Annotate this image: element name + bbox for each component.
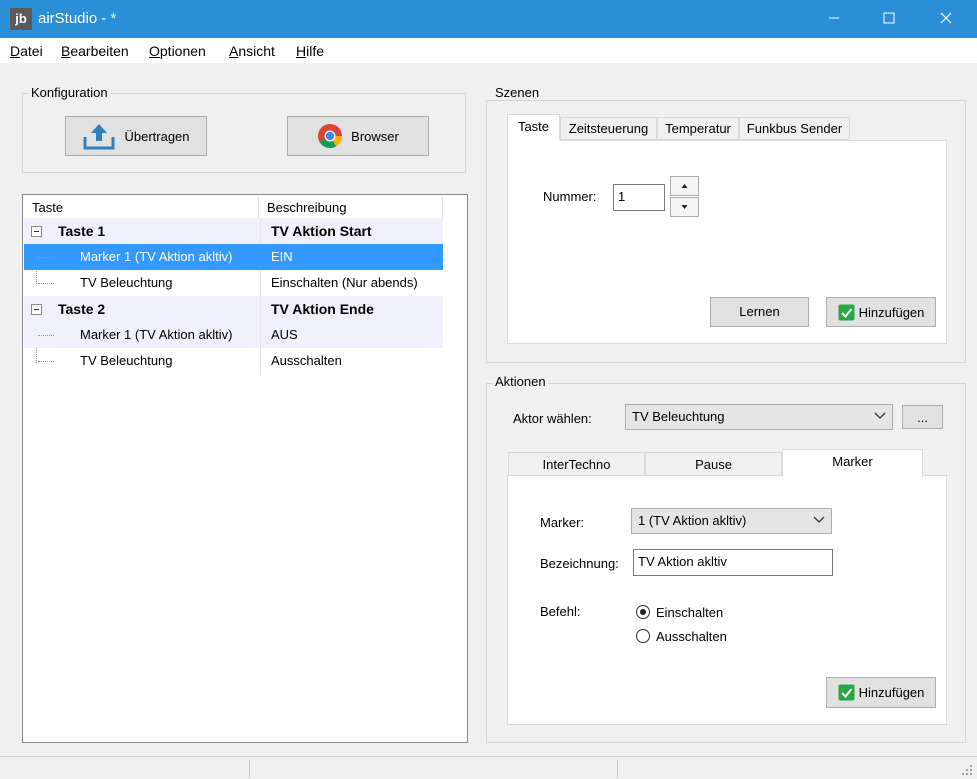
tree-line <box>38 257 54 258</box>
check-icon <box>838 684 855 701</box>
tab-marker[interactable]: Marker <box>782 449 923 477</box>
tree-row[interactable]: Marker 1 (TV Aktion akltiv) EIN <box>24 244 443 270</box>
maximize-icon <box>883 12 895 24</box>
tree-row[interactable]: Taste 2 TV Aktion Ende <box>24 296 443 322</box>
spin-up-button[interactable] <box>670 176 699 196</box>
aktionen-title: Aktionen <box>493 374 548 389</box>
szenen-add-label: Hinzufügen <box>858 304 925 320</box>
marker-select[interactable]: 1 (TV Aktion akltiv) <box>631 508 832 534</box>
arrow-down-icon <box>681 205 688 209</box>
ellipsis-button[interactable]: ... <box>902 405 943 429</box>
bezeichnung-input[interactable]: TV Aktion akltiv <box>633 549 833 576</box>
ausschalten-label[interactable]: Ausschalten <box>656 629 727 644</box>
collapse-icon[interactable] <box>31 226 42 237</box>
lernen-button[interactable]: Lernen <box>710 297 809 327</box>
minimize-button[interactable] <box>811 0 857 38</box>
status-separator <box>249 760 250 778</box>
minimize-icon <box>829 17 839 19</box>
marker-label: Marker: <box>540 515 585 530</box>
tree-row[interactable]: Taste 1 TV Aktion Start <box>24 218 443 244</box>
menu-ansicht[interactable]: Ansicht <box>229 43 275 59</box>
status-separator <box>617 760 618 778</box>
upload-button-label: Übertragen <box>124 128 190 144</box>
title-bar: jb airStudio - * <box>0 0 977 38</box>
aktor-label: Aktor wählen: <box>513 411 592 426</box>
nummer-input[interactable]: 1 <box>613 184 665 211</box>
resize-grip-icon[interactable] <box>960 763 974 777</box>
right-edge <box>966 63 977 756</box>
tab-zeitsteuerung[interactable]: Zeitsteuerung <box>560 117 657 140</box>
arrow-up-icon <box>681 184 688 188</box>
aktionen-add-label: Hinzufügen <box>858 685 925 700</box>
tab-intertechno[interactable]: InterTechno <box>508 452 645 476</box>
scene-tree-list[interactable]: Taste Beschreibung Taste 1 TV Aktion Sta… <box>22 194 468 743</box>
tab-pause[interactable]: Pause <box>645 452 782 476</box>
chevron-down-icon <box>874 412 886 419</box>
tree-row[interactable]: TV Beleuchtung Ausschalten <box>24 348 443 374</box>
menu-bar: Datei Bearbeiten Optionen Ansicht Hilfe <box>0 38 977 63</box>
check-icon <box>838 304 855 320</box>
szenen-title: Szenen <box>493 85 542 100</box>
upload-icon <box>83 124 115 150</box>
aktor-select[interactable]: TV Beleuchtung <box>625 404 893 430</box>
befehl-label: Befehl: <box>540 604 581 619</box>
column-header-taste[interactable]: Taste <box>24 196 259 218</box>
tree-row[interactable]: TV Beleuchtung Einschalten (Nur abends) <box>24 270 443 296</box>
ausschalten-radio[interactable] <box>636 629 650 643</box>
aktor-select-value: TV Beleuchtung <box>632 409 725 424</box>
column-header-beschreibung[interactable]: Beschreibung <box>259 196 443 218</box>
aktionen-add-button[interactable]: Hinzufügen <box>826 677 936 708</box>
tree-line <box>38 335 54 336</box>
tree-line <box>38 283 54 284</box>
konfiguration-title: Konfiguration <box>29 85 110 100</box>
nummer-label: Nummer: <box>543 189 597 204</box>
close-button[interactable] <box>923 0 969 38</box>
window-title: airStudio - * <box>38 10 117 27</box>
einschalten-radio[interactable] <box>636 605 650 619</box>
tree-line <box>38 361 54 362</box>
collapse-icon[interactable] <box>31 304 42 315</box>
tab-funkbus-sender[interactable]: Funkbus Sender <box>739 117 850 140</box>
einschalten-label[interactable]: Einschalten <box>656 605 723 620</box>
spin-down-button[interactable] <box>670 197 699 217</box>
bezeichnung-label: Bezeichnung: <box>540 556 619 571</box>
chevron-down-icon <box>813 516 825 523</box>
menu-bearbeiten[interactable]: Bearbeiten <box>61 43 129 59</box>
menu-optionen[interactable]: Optionen <box>149 43 206 59</box>
tab-temperatur[interactable]: Temperatur <box>657 117 739 140</box>
upload-button[interactable]: Übertragen <box>65 116 207 156</box>
tab-taste[interactable]: Taste <box>507 114 560 141</box>
browser-button[interactable]: Browser <box>287 116 429 156</box>
status-bar <box>0 756 977 779</box>
maximize-button[interactable] <box>866 0 912 38</box>
tree-row[interactable]: Marker 1 (TV Aktion akltiv) AUS <box>24 322 443 348</box>
app-logo-icon: jb <box>10 8 32 30</box>
marker-select-value: 1 (TV Aktion akltiv) <box>638 513 747 528</box>
menu-hilfe[interactable]: Hilfe <box>296 43 324 59</box>
chrome-icon <box>318 124 343 149</box>
szenen-add-button[interactable]: Hinzufügen <box>826 297 936 327</box>
browser-button-label: Browser <box>351 128 399 144</box>
close-icon <box>940 12 952 24</box>
menu-datei[interactable]: Datei <box>10 43 43 59</box>
